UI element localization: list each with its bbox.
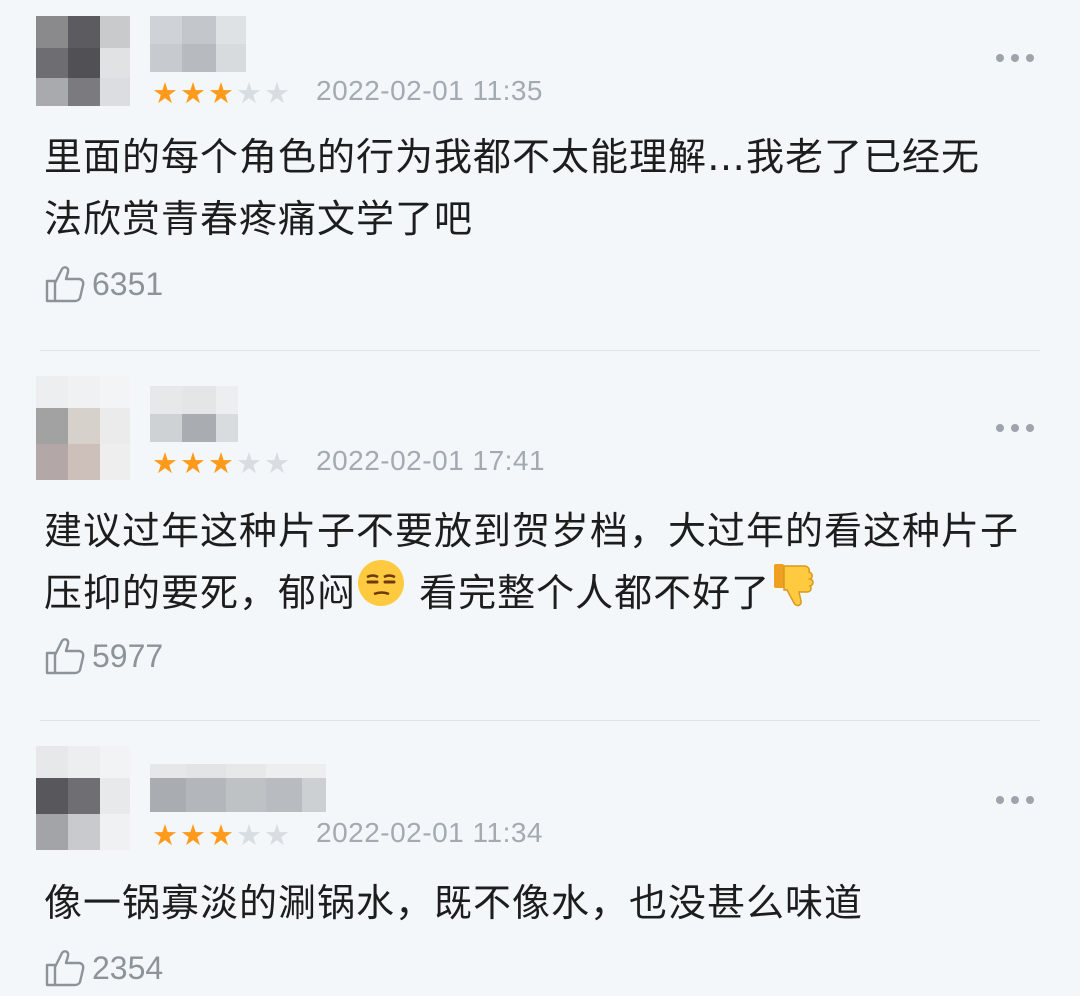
star-filled-icon: ★	[208, 446, 234, 480]
thumbs-up-icon	[45, 266, 85, 303]
star-empty-icon: ★	[236, 446, 262, 480]
star-empty-icon: ★	[236, 818, 262, 852]
star-filled-icon: ★	[180, 818, 206, 852]
avatar[interactable]	[36, 746, 130, 850]
star-filled-icon: ★	[208, 76, 234, 110]
thumbs-down-icon	[770, 558, 820, 626]
thumbs-up-icon	[45, 638, 85, 675]
star-empty-icon: ★	[264, 818, 290, 852]
star-filled-icon: ★	[152, 818, 178, 852]
star-rating: ★ ★ ★ ★ ★	[150, 78, 290, 110]
avatar[interactable]	[36, 16, 130, 106]
star-filled-icon: ★	[180, 76, 206, 110]
comment-text: 建议过年这种片子不要放到贺岁档，大过年的看这种片子压抑的要死，郁闷 看完整个人都…	[44, 500, 1019, 626]
comment-card: ★ ★ ★ ★ ★ 2022-02-01 17:41 建议过年这种片子不要放到贺岁档，大…	[0, 370, 1080, 720]
like-button[interactable]: 6351	[44, 264, 163, 304]
comment-text: 里面的每个角色的行为我都不太能理解…我老了已经无法欣赏青春疼痛文学了吧	[44, 135, 981, 241]
star-filled-icon: ★	[152, 76, 178, 110]
comment-time: 2022-02-01 11:34	[316, 817, 543, 848]
like-count: 2354	[92, 949, 164, 986]
star-filled-icon: ★	[208, 818, 234, 852]
unamused-face-icon	[356, 558, 406, 626]
comment-card: ★ ★ ★ ★ ★ 2022-02-01 11:34 像一锅寡淡的涮锅水，既不像水，也没…	[0, 742, 1080, 996]
like-button[interactable]: 2354	[44, 948, 163, 988]
star-empty-icon: ★	[264, 76, 290, 110]
comment-text-part: 看完整个人都不好了	[406, 571, 771, 615]
star-rating: ★ ★ ★ ★ ★	[150, 820, 290, 852]
star-filled-icon: ★	[152, 446, 178, 480]
star-empty-icon: ★	[236, 76, 262, 110]
like-button[interactable]: 5977	[44, 636, 163, 676]
avatar[interactable]	[36, 376, 130, 480]
more-options-icon[interactable]	[996, 796, 1034, 804]
more-options-icon[interactable]	[996, 54, 1034, 62]
star-rating: ★ ★ ★ ★ ★	[150, 448, 290, 480]
more-options-icon[interactable]	[996, 424, 1034, 432]
star-empty-icon: ★	[264, 446, 290, 480]
divider	[40, 350, 1040, 351]
comment-time: 2022-02-01 17:41	[316, 445, 546, 476]
divider	[40, 720, 1040, 721]
star-filled-icon: ★	[180, 446, 206, 480]
comment-time: 2022-02-01 11:35	[316, 75, 543, 106]
comment-text: 像一锅寡淡的涮锅水，既不像水，也没甚么味道	[44, 881, 864, 925]
comment-card: ★ ★ ★ ★ ★ 2022-02-01 11:35 里面的每个角色的行为我都不太能理解…	[0, 0, 1080, 350]
thumbs-up-icon	[45, 950, 85, 987]
like-count: 6351	[92, 265, 164, 302]
like-count: 5977	[92, 637, 164, 674]
